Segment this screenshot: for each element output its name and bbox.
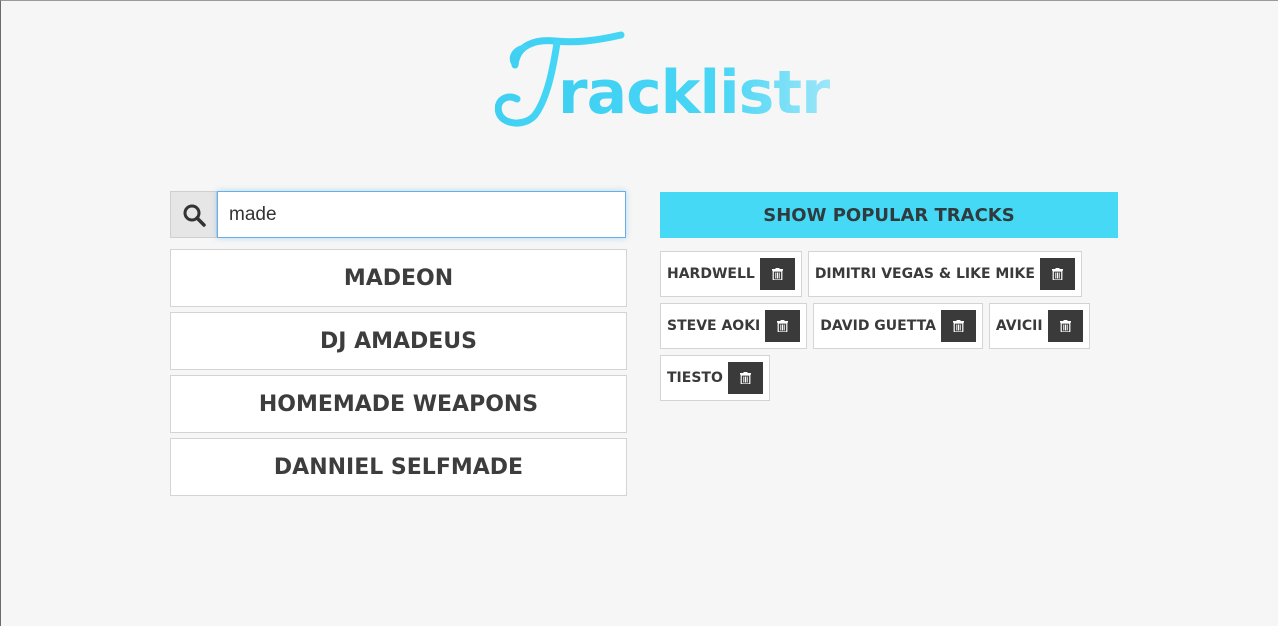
result-item[interactable]: DANNIEL SELFMADE	[170, 438, 627, 496]
search-input[interactable]	[217, 191, 626, 238]
artist-chip-label: DAVID GUETTA	[820, 318, 936, 334]
result-item[interactable]: MADEON	[170, 249, 627, 307]
artist-chip-label: HARDWELL	[667, 266, 755, 282]
result-item[interactable]: HOMEMADE WEAPONS	[170, 375, 627, 433]
artist-search	[170, 191, 626, 238]
trash-icon	[739, 372, 751, 384]
artist-chip: AVICII	[988, 303, 1090, 349]
artist-chip: STEVE AOKI	[660, 303, 808, 349]
search-icon	[170, 191, 217, 238]
artist-chip: HARDWELL	[660, 251, 802, 297]
result-item[interactable]: DJ AMADEUS	[170, 312, 627, 370]
artist-chip-label: STEVE AOKI	[667, 318, 761, 334]
remove-artist-button[interactable]	[759, 258, 795, 290]
remove-artist-button[interactable]	[1047, 310, 1083, 342]
artist-chip: DAVID GUETTA	[813, 303, 983, 349]
chip-row: HARDWELL DIMITRI VEGAS & LIKE MIKE	[660, 251, 1130, 297]
selected-artists: HARDWELL DIMITRI VEGAS & LIKE MIKE STEVE…	[660, 251, 1130, 407]
chip-row: STEVE AOKI DAVID GUETTA AVICII	[660, 303, 1130, 349]
trash-icon	[952, 320, 964, 332]
artist-chip: DIMITRI VEGAS & LIKE MIKE	[807, 251, 1082, 297]
remove-artist-button[interactable]	[940, 310, 976, 342]
artist-chip-label: TIESTO	[667, 370, 723, 386]
search-results: MADEON DJ AMADEUS HOMEMADE WEAPONS DANNI…	[170, 249, 627, 501]
artist-chip: TIESTO	[660, 355, 770, 401]
remove-artist-button[interactable]	[765, 310, 801, 342]
app-logo: racklistr	[495, 29, 831, 129]
show-popular-tracks-button[interactable]: SHOW POPULAR TRACKS	[660, 192, 1118, 238]
trash-icon	[1051, 268, 1063, 280]
trash-icon	[777, 320, 789, 332]
artist-chip-label: DIMITRI VEGAS & LIKE MIKE	[814, 266, 1035, 282]
logo-wordmark: racklistr	[558, 58, 831, 128]
artist-chip-label: AVICII	[995, 318, 1043, 334]
remove-artist-button[interactable]	[1039, 258, 1075, 290]
chip-row: TIESTO	[660, 355, 1130, 401]
trash-icon	[1059, 320, 1071, 332]
remove-artist-button[interactable]	[727, 362, 763, 394]
trash-icon	[771, 268, 783, 280]
